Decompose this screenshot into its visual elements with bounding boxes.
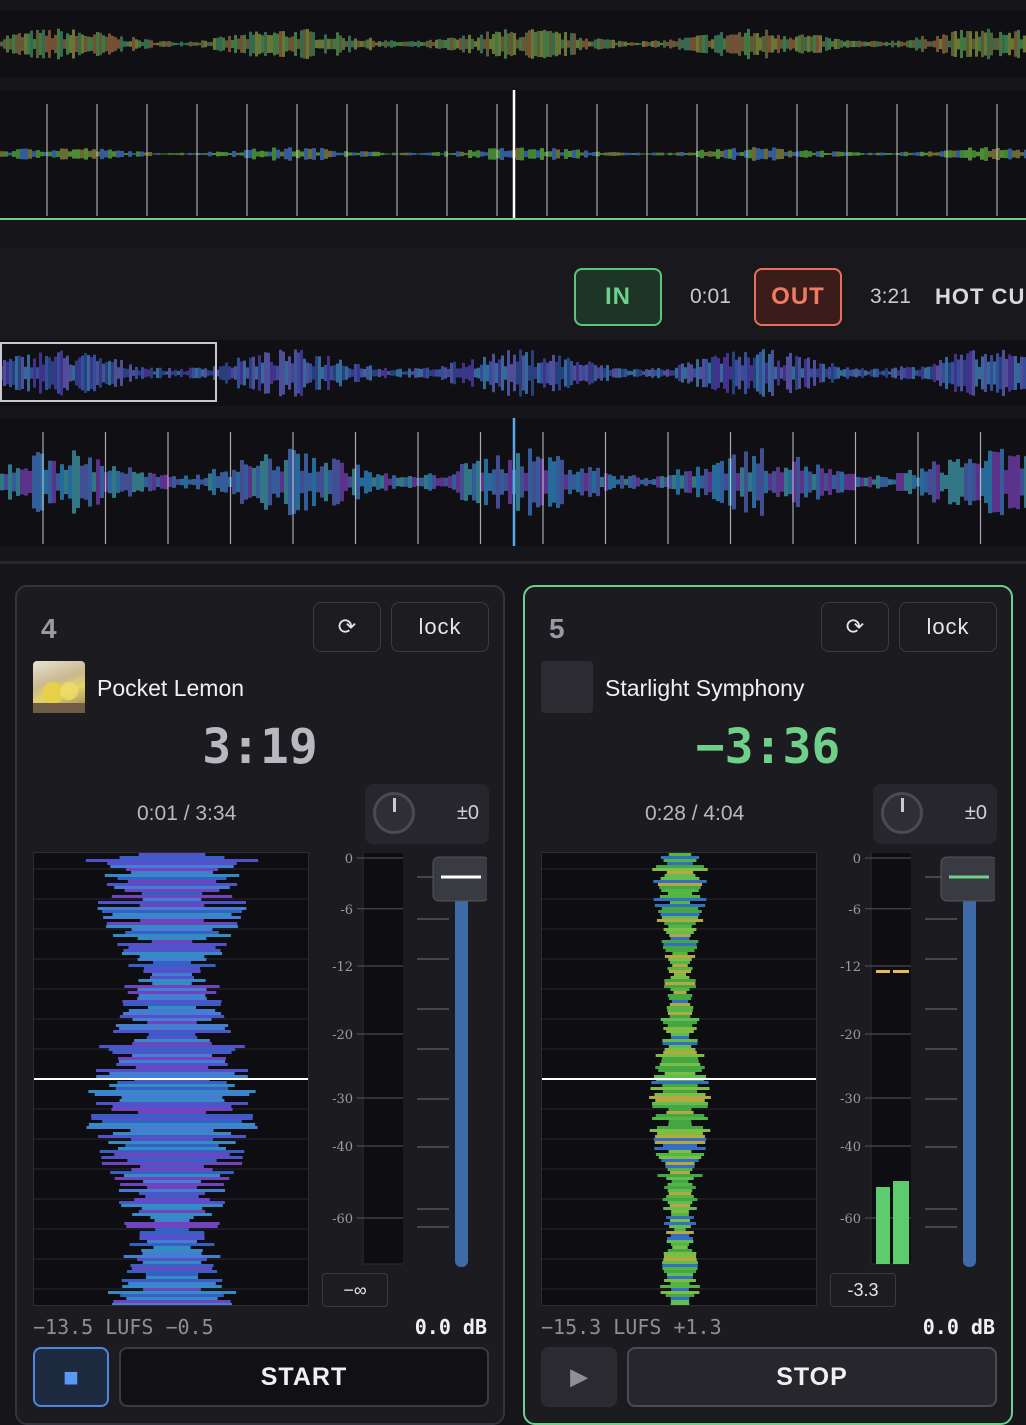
- peak-readout: -3.3: [830, 1273, 896, 1307]
- remaining-time: 3:19: [202, 719, 318, 775]
- meter-tick-label: -30: [332, 1092, 353, 1107]
- track-title: Pocket Lemon: [97, 675, 245, 701]
- key-knob[interactable]: [881, 792, 923, 834]
- overview-viewport-box[interactable]: [0, 342, 217, 402]
- key-value: ±0: [456, 802, 479, 824]
- track-position: 0:28 / 4:04: [645, 802, 745, 825]
- volume-fader[interactable]: [397, 849, 487, 1289]
- stop-button[interactable]: ■: [33, 1347, 109, 1407]
- key-knob[interactable]: [373, 792, 415, 834]
- meter-tick-label: -12: [840, 960, 861, 975]
- sync-icon: ⟳: [845, 614, 865, 639]
- deck-5-panel: 5 ⟳ lock Starlight Symphony −3:36 0:28 /…: [523, 585, 1013, 1425]
- in-button[interactable]: IN: [574, 268, 662, 326]
- meter-tick-label: -6: [340, 903, 353, 918]
- lock-button[interactable]: lock: [391, 602, 489, 652]
- bottom-zoomed-waveform[interactable]: [0, 418, 1026, 546]
- top-overview-waveform[interactable]: [0, 10, 1026, 78]
- meter-tick-label: -12: [332, 960, 353, 975]
- meter-tick-label: -40: [840, 1140, 861, 1155]
- album-art-placeholder: [541, 661, 593, 713]
- stop-icon: ■: [63, 1361, 79, 1392]
- divider: [0, 561, 1026, 564]
- volume-fader[interactable]: [905, 849, 995, 1289]
- top-zoomed-waveform[interactable]: [0, 90, 1026, 220]
- meter-tick-label: -40: [332, 1140, 353, 1155]
- key-control[interactable]: ±0: [873, 784, 997, 844]
- loudness-readout: −13.5 LUFS −0.5: [33, 1315, 214, 1339]
- gain-readout: 0.0 dB: [414, 1315, 487, 1339]
- meter-tick-label: -20: [332, 1028, 353, 1043]
- play-icon: ▶: [570, 1364, 588, 1389]
- meter-tick-label: 0: [345, 852, 353, 867]
- out-time: 3:21: [870, 285, 911, 308]
- transport-bar: IN 0:01 OUT 3:21 HOT CU: [0, 248, 1026, 340]
- bottom-overview-waveform[interactable]: [0, 340, 1026, 406]
- album-art: [33, 661, 85, 713]
- vertical-waveform[interactable]: [33, 852, 309, 1306]
- play-button[interactable]: ▶: [541, 1347, 617, 1407]
- key-control[interactable]: ±0: [365, 784, 489, 844]
- key-value: ±0: [964, 802, 987, 824]
- in-time: 0:01: [690, 285, 731, 308]
- track-title: Starlight Symphony: [605, 675, 805, 701]
- vertical-waveform[interactable]: [541, 852, 817, 1306]
- level-meter: 0 -6 -12 -20 -30 -40 -60: [840, 852, 911, 1265]
- hot-cue-label[interactable]: HOT CU: [935, 284, 1025, 310]
- deck-number: 5: [549, 613, 565, 644]
- meter-tick-label: -20: [840, 1028, 861, 1043]
- meter-tick-label: 0: [853, 852, 861, 867]
- sync-icon: ⟳: [337, 614, 357, 639]
- meter-tick-label: -30: [840, 1092, 861, 1107]
- remaining-time: −3:36: [695, 719, 841, 775]
- lock-button[interactable]: lock: [899, 602, 997, 652]
- gain-readout: 0.0 dB: [922, 1315, 995, 1339]
- deck-4-panel: 4 ⟳ lock Pocket Lemon 3:19 0:01 / 3:34 ±…: [15, 585, 505, 1425]
- deck-number: 4: [41, 613, 57, 644]
- sync-button[interactable]: ⟳: [821, 602, 889, 652]
- meter-bar-left: [876, 1187, 890, 1264]
- stop-action-button[interactable]: STOP: [627, 1347, 997, 1407]
- meter-tick-label: -6: [848, 903, 861, 918]
- level-meter: 0 -6 -12 -20 -30 -40 -60: [332, 852, 403, 1265]
- meter-tick-label: -60: [332, 1212, 353, 1227]
- track-position: 0:01 / 3:34: [137, 802, 237, 825]
- peak-readout: −∞: [322, 1273, 388, 1307]
- sync-button[interactable]: ⟳: [313, 602, 381, 652]
- meter-tick-label: -60: [840, 1212, 861, 1227]
- out-button[interactable]: OUT: [754, 268, 842, 326]
- loudness-readout: −15.3 LUFS +1.3: [541, 1315, 722, 1339]
- start-button[interactable]: START: [119, 1347, 489, 1407]
